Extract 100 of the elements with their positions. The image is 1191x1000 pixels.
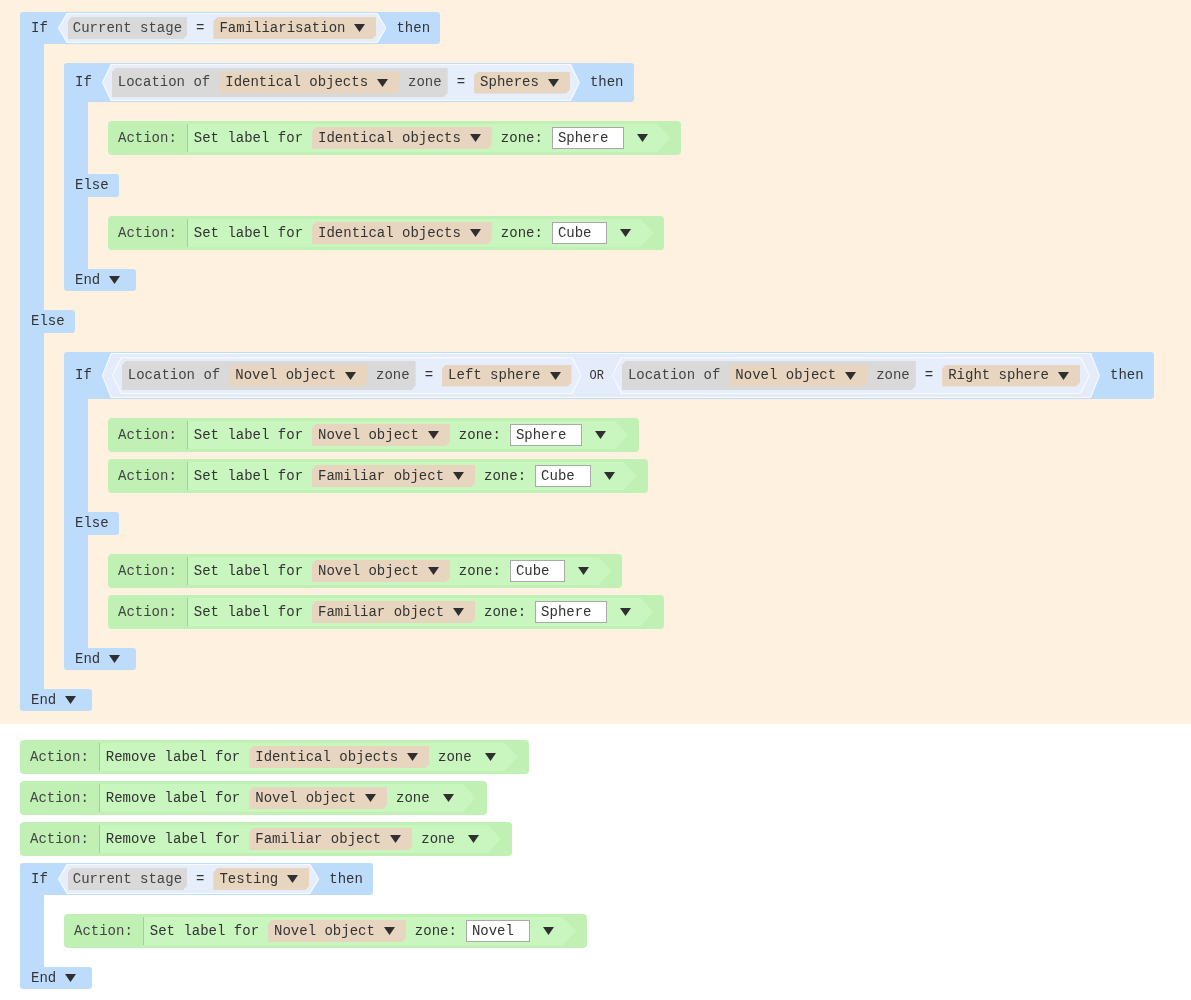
- variable-block: Current stage: [67, 17, 188, 39]
- caret-icon: [345, 371, 357, 380]
- caret-icon[interactable]: [620, 229, 632, 237]
- action-label: Action:: [118, 602, 177, 622]
- caret-icon: [354, 24, 366, 32]
- caret-icon: [377, 78, 389, 87]
- caret-icon[interactable]: [620, 608, 632, 616]
- end-dropdown[interactable]: End: [64, 648, 137, 670]
- object-dropdown[interactable]: Novel object: [729, 364, 868, 387]
- caret-icon[interactable]: [542, 927, 554, 935]
- object-dropdown[interactable]: Identical objects: [312, 127, 492, 149]
- zone-label: zone:: [484, 466, 527, 486]
- caret-icon: [1058, 371, 1069, 380]
- else-keyword: Else: [20, 310, 75, 333]
- caret-icon: [109, 655, 121, 663]
- object-dropdown[interactable]: Novel object: [229, 364, 368, 387]
- object-dropdown[interactable]: Familiar object: [312, 601, 476, 623]
- statement-label: Remove label for: [105, 747, 241, 767]
- caret-icon: [467, 835, 479, 843]
- object-dropdown[interactable]: Identical objects: [249, 746, 430, 768]
- value-dropdown[interactable]: Familiarisation: [213, 17, 377, 39]
- caret-icon: [390, 835, 402, 843]
- end-dropdown[interactable]: End: [20, 967, 93, 989]
- location-of-label: Location of: [627, 366, 721, 385]
- caret-icon: [287, 875, 299, 883]
- caret-icon[interactable]: [578, 567, 590, 575]
- statement-label: Set label for: [193, 425, 304, 445]
- zone-dropdown[interactable]: zone: [438, 746, 496, 768]
- caret-icon[interactable]: [637, 134, 649, 142]
- statement-label: Set label for: [193, 466, 304, 486]
- object-dropdown[interactable]: Novel object: [249, 787, 388, 809]
- statement-label: Set label for: [193, 128, 304, 148]
- end-dropdown[interactable]: End: [64, 269, 137, 291]
- action-label: Action:: [118, 425, 177, 445]
- zone-dropdown[interactable]: zone: [396, 787, 454, 809]
- zone-label: zone:: [500, 128, 543, 148]
- location-of-label: Location of: [127, 366, 221, 385]
- caret-icon: [484, 753, 496, 761]
- zone-input[interactable]: Novel: [465, 920, 530, 942]
- object-dropdown[interactable]: Novel object: [312, 424, 450, 446]
- caret-icon: [383, 927, 395, 935]
- object-dropdown[interactable]: Familiar object: [249, 828, 413, 850]
- else-keyword: Else: [64, 512, 119, 535]
- zone-dropdown[interactable]: zone: [421, 828, 479, 850]
- else-keyword: Else: [64, 174, 119, 197]
- object-dropdown[interactable]: Identical objects: [312, 222, 492, 244]
- zone-input[interactable]: Sphere: [509, 424, 583, 446]
- caret-icon: [407, 753, 419, 761]
- operator-label: =: [424, 366, 434, 385]
- if-keyword: If: [31, 18, 48, 38]
- value-dropdown[interactable]: Testing: [213, 868, 310, 890]
- caret-icon: [453, 472, 465, 480]
- action-label: Action:: [30, 788, 89, 808]
- action-label: Action:: [30, 747, 89, 767]
- zone-input[interactable]: Cube: [551, 222, 608, 244]
- then-keyword: then: [396, 18, 431, 38]
- object-dropdown[interactable]: Familiar object: [312, 465, 476, 487]
- value-dropdown[interactable]: Left sphere: [442, 364, 572, 387]
- statement-label: Set label for: [193, 223, 304, 243]
- zone-input[interactable]: Cube: [509, 560, 566, 582]
- statement-label: Remove label for: [105, 829, 241, 849]
- operator-label: =: [924, 366, 934, 385]
- caret-icon: [845, 371, 857, 380]
- action-label: Action:: [118, 561, 177, 581]
- zone-label: zone:: [414, 921, 457, 941]
- variable-block: Current stage: [67, 868, 188, 890]
- caret-icon: [109, 276, 121, 284]
- value-dropdown[interactable]: Spheres: [474, 71, 570, 94]
- caret-icon: [547, 78, 559, 87]
- caret-icon[interactable]: [595, 431, 607, 439]
- caret-icon: [469, 134, 481, 142]
- caret-icon: [549, 371, 561, 380]
- zone-label: zone:: [458, 425, 501, 445]
- then-keyword: then: [329, 869, 363, 889]
- object-dropdown[interactable]: Novel object: [268, 920, 406, 942]
- statement-label: Remove label for: [105, 788, 241, 808]
- caret-icon: [427, 431, 439, 439]
- zone-input[interactable]: Sphere: [535, 601, 608, 623]
- statement-label: Set label for: [193, 602, 304, 622]
- zone-label: zone: [408, 73, 442, 92]
- statement-label: Set label for: [193, 561, 304, 581]
- object-dropdown[interactable]: Identical objects: [219, 71, 400, 94]
- action-label: Action:: [118, 466, 177, 486]
- if-keyword: If: [75, 73, 92, 92]
- caret-icon: [427, 567, 439, 575]
- end-dropdown[interactable]: End: [20, 689, 93, 711]
- caret-icon: [442, 794, 454, 802]
- caret-icon: [469, 229, 481, 237]
- value-dropdown[interactable]: Right sphere: [942, 364, 1080, 387]
- caret-icon[interactable]: [603, 472, 615, 480]
- zone-input[interactable]: Sphere: [551, 127, 625, 149]
- if-keyword: If: [31, 869, 48, 889]
- action-label: Action:: [74, 921, 133, 941]
- zone-input[interactable]: Cube: [535, 465, 591, 487]
- then-keyword: then: [589, 73, 624, 92]
- zone-label: zone:: [484, 602, 527, 622]
- if-keyword: If: [75, 366, 92, 385]
- operator-label: =: [196, 869, 205, 889]
- action-label: Action:: [118, 128, 177, 148]
- object-dropdown[interactable]: Novel object: [312, 560, 450, 582]
